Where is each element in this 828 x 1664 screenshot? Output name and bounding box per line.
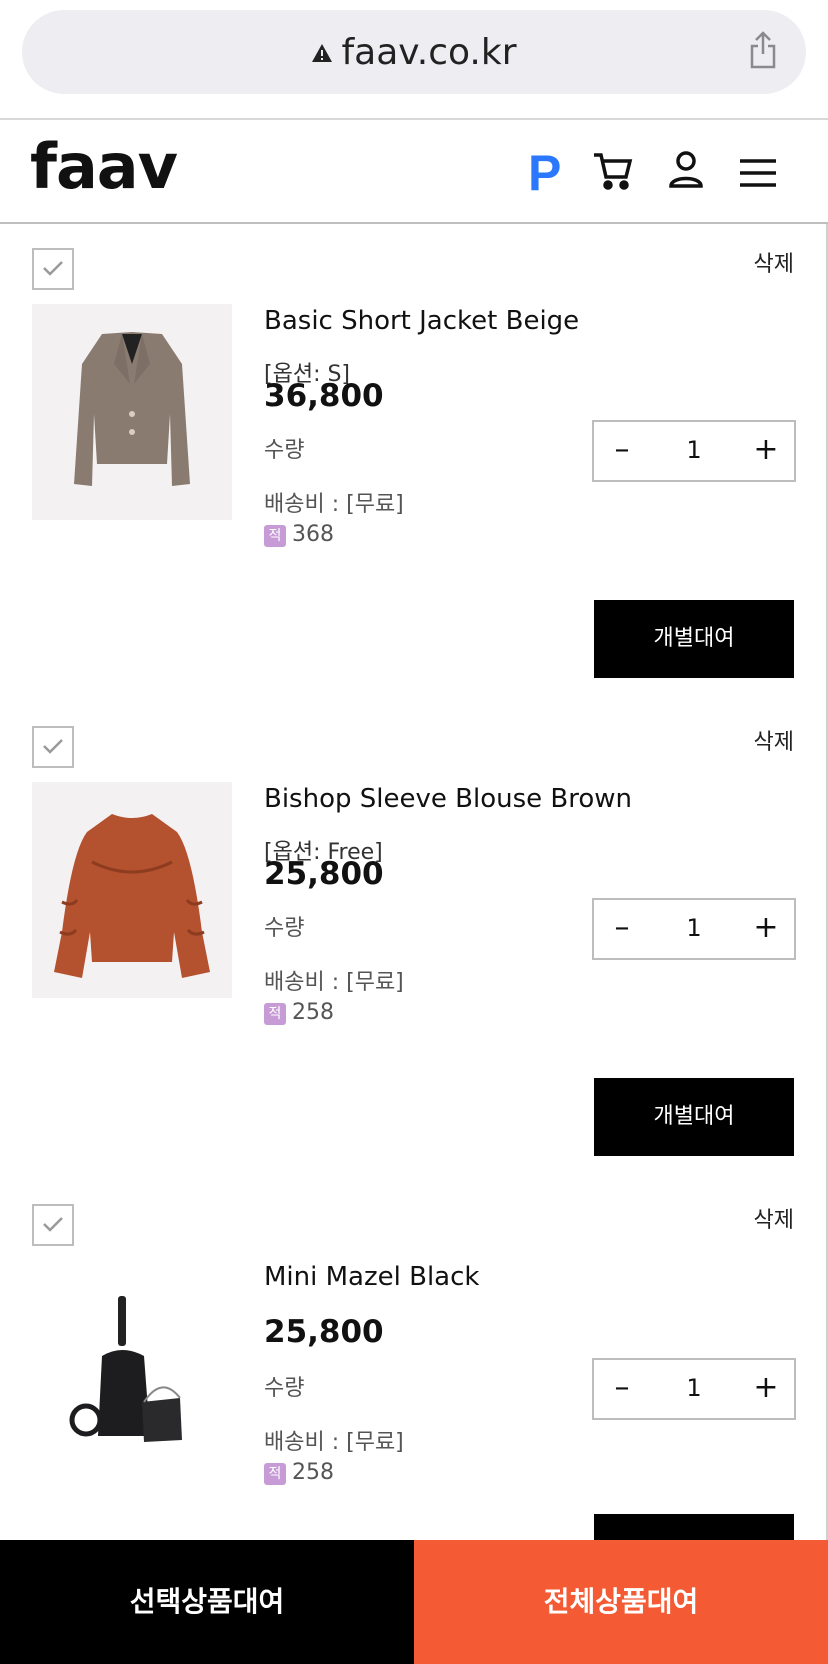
decrease-button[interactable]: – (594, 1360, 650, 1418)
cart-item: 삭제 Bishop Sleeve Blouse Brown [옵션: Free]… (0, 706, 828, 1182)
url-text: faav.co.kr (341, 32, 517, 73)
rent-all-button[interactable]: 전체상품대여 (414, 1540, 828, 1664)
site-header: faav P (0, 120, 828, 224)
quantity-stepper: – 1 + (592, 1358, 796, 1420)
reward-points: 적 258 (264, 1460, 334, 1485)
quantity-value[interactable]: 1 (650, 900, 738, 958)
points-value: 258 (292, 1000, 334, 1025)
shipping-fee: 배송비 : [무료] (264, 492, 404, 517)
url-display[interactable]: faav.co.kr (22, 32, 806, 75)
bottom-action-bar: 선택상품대여 전체상품대여 (0, 1540, 828, 1664)
quantity-stepper: – 1 + (592, 898, 796, 960)
share-icon[interactable] (748, 30, 778, 74)
product-name[interactable]: Mini Mazel Black (264, 1262, 479, 1292)
quantity-stepper: – 1 + (592, 420, 796, 482)
quantity-label: 수량 (264, 916, 305, 941)
hamburger-menu-icon[interactable] (738, 158, 778, 192)
item-checkbox[interactable] (32, 726, 74, 768)
browser-chrome: faav.co.kr (0, 0, 828, 120)
points-value: 368 (292, 522, 334, 547)
rent-selected-button[interactable]: 선택상품대여 (0, 1540, 414, 1664)
product-price: 25,800 (264, 1314, 384, 1350)
site-logo[interactable]: faav (30, 130, 178, 203)
shipping-fee: 배송비 : [무료] (264, 970, 404, 995)
delete-button[interactable]: 삭제 (754, 724, 794, 756)
points-value: 258 (292, 1460, 334, 1485)
increase-button[interactable]: + (738, 900, 794, 958)
point-icon[interactable]: P (528, 144, 561, 202)
cart-item: 삭제 Basic Short Jacket Beige [옵션: S] 36,8… (0, 228, 828, 704)
product-thumbnail[interactable] (32, 782, 232, 998)
product-name[interactable]: Bishop Sleeve Blouse Brown (264, 784, 632, 814)
quantity-label: 수량 (264, 438, 305, 463)
points-badge: 적 (264, 1003, 286, 1025)
item-checkbox[interactable] (32, 248, 74, 290)
delete-button[interactable]: 삭제 (754, 246, 794, 278)
points-badge: 적 (264, 1463, 286, 1485)
reward-points: 적 258 (264, 1000, 334, 1025)
quantity-label: 수량 (264, 1376, 305, 1401)
address-bar[interactable]: faav.co.kr (22, 10, 806, 94)
cart-icon[interactable] (592, 150, 634, 196)
rent-item-button[interactable]: 개별대여 (594, 600, 794, 678)
increase-button[interactable]: + (738, 1360, 794, 1418)
quantity-value[interactable]: 1 (650, 1360, 738, 1418)
item-checkbox[interactable] (32, 1204, 74, 1246)
rent-item-button[interactable]: 개별대여 (594, 1078, 794, 1156)
points-badge: 적 (264, 525, 286, 547)
reward-points: 적 368 (264, 522, 334, 547)
user-icon[interactable] (668, 150, 704, 194)
product-thumbnail[interactable] (32, 304, 232, 520)
decrease-button[interactable]: – (594, 422, 650, 480)
product-price: 36,800 (264, 378, 384, 414)
decrease-button[interactable]: – (594, 900, 650, 958)
shipping-fee: 배송비 : [무료] (264, 1430, 404, 1455)
warning-icon (311, 31, 333, 72)
quantity-value[interactable]: 1 (650, 422, 738, 480)
product-thumbnail[interactable] (32, 1260, 232, 1476)
product-name[interactable]: Basic Short Jacket Beige (264, 306, 579, 336)
product-price: 25,800 (264, 856, 384, 892)
delete-button[interactable]: 삭제 (754, 1202, 794, 1234)
increase-button[interactable]: + (738, 422, 794, 480)
